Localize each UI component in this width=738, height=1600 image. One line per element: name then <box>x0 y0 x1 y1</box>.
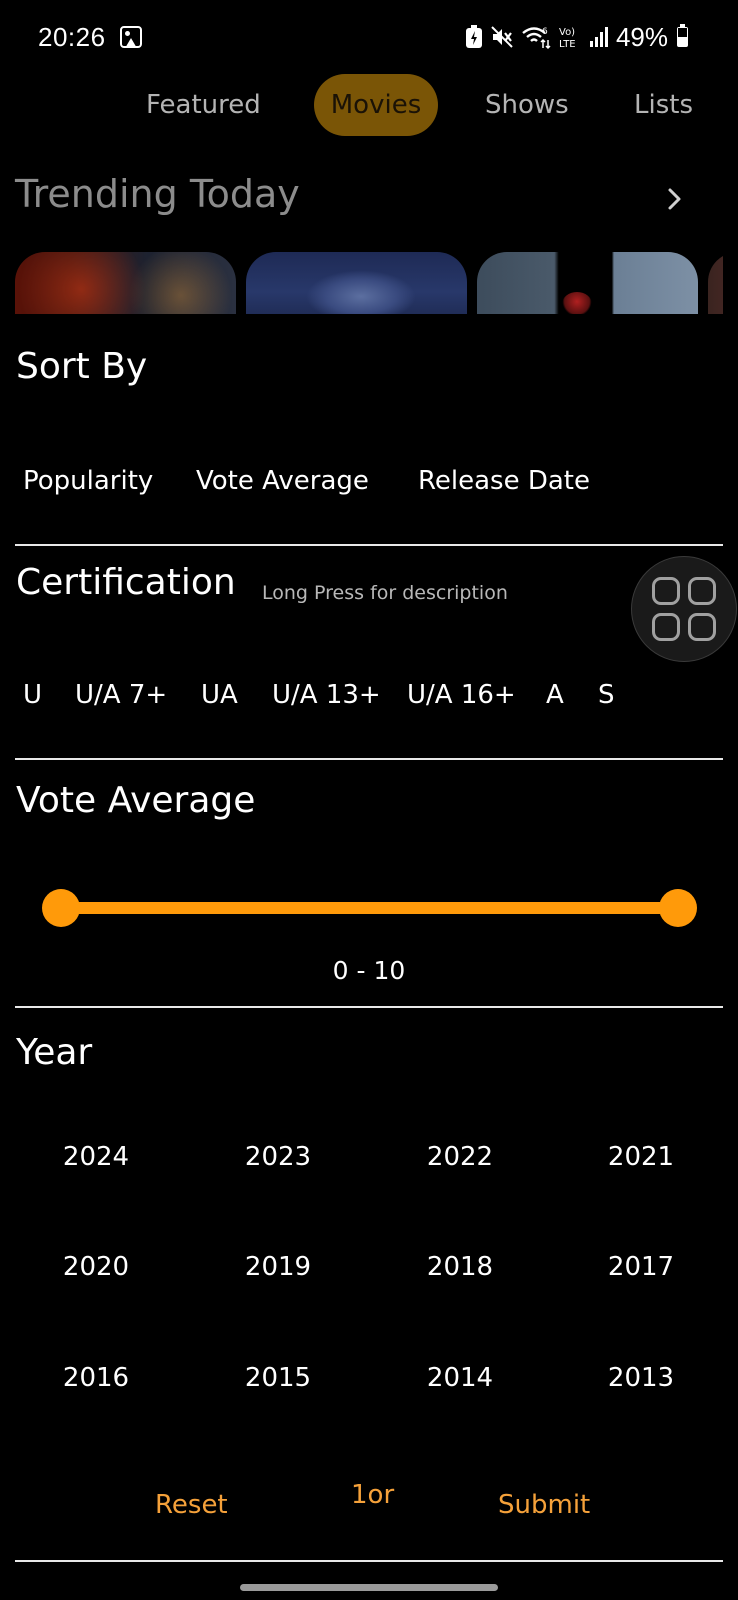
year-option[interactable]: 2013 <box>581 1363 701 1393</box>
year-option[interactable]: 2022 <box>400 1142 520 1172</box>
reset-button[interactable]: Reset <box>155 1490 228 1520</box>
slider-thumb-max[interactable] <box>659 889 697 927</box>
sort-by-title: Sort By <box>16 346 148 387</box>
status-bar: 20:26 6 Vo) LTE 49% <box>0 0 738 78</box>
year-option[interactable]: 2015 <box>218 1363 338 1393</box>
svg-text:6: 6 <box>542 27 548 37</box>
certification-title: Certification <box>16 562 236 603</box>
cert-option-s[interactable]: S <box>598 670 615 720</box>
battery-saver-icon <box>465 25 482 48</box>
year-option[interactable]: 2021 <box>581 1142 701 1172</box>
cert-option-ua13[interactable]: U/A 13+ <box>272 670 381 720</box>
year-option[interactable]: 2024 <box>36 1142 156 1172</box>
divider <box>15 544 723 546</box>
divider <box>15 1560 723 1562</box>
trending-carousel[interactable] <box>15 252 723 314</box>
top-tabs: Featured Movies Shows Lists <box>0 74 738 136</box>
grid-icon <box>688 577 716 605</box>
trending-poster[interactable] <box>15 252 236 314</box>
grid-menu-button[interactable] <box>631 556 737 662</box>
battery-icon <box>677 24 688 47</box>
tab-movies[interactable]: Movies <box>314 74 438 136</box>
cert-option-ua7[interactable]: U/A 7+ <box>75 670 167 720</box>
status-icons: 6 Vo) LTE 49% <box>465 22 688 52</box>
cert-option-u[interactable]: U <box>23 670 42 720</box>
divider <box>15 1006 723 1008</box>
year-option[interactable]: 2017 <box>581 1252 701 1282</box>
trending-poster[interactable] <box>477 252 698 314</box>
trending-title: Trending Today <box>15 172 300 216</box>
vote-average-slider[interactable] <box>42 888 698 928</box>
sort-options: Popularity Vote Average Release Date <box>0 456 738 506</box>
cert-option-a[interactable]: A <box>546 670 564 720</box>
vote-range-label: 0 - 10 <box>332 956 406 985</box>
vote-average-title: Vote Average <box>16 780 256 821</box>
year-option[interactable]: 2016 <box>36 1363 156 1393</box>
svg-text:LTE: LTE <box>559 39 576 50</box>
submit-button[interactable]: Submit <box>498 1490 590 1520</box>
trending-poster[interactable] <box>708 252 723 314</box>
home-indicator[interactable] <box>240 1584 498 1591</box>
mute-icon <box>491 26 513 48</box>
tab-featured[interactable]: Featured <box>146 74 261 136</box>
sort-option-release-date[interactable]: Release Date <box>418 456 590 506</box>
image-icon <box>120 26 142 48</box>
tab-lists[interactable]: Lists <box>634 74 693 136</box>
sort-option-vote-average[interactable]: Vote Average <box>196 456 369 506</box>
cert-option-ua[interactable]: UA <box>201 670 238 720</box>
cert-option-ua16[interactable]: U/A 16+ <box>407 670 516 720</box>
svg-text:Vo): Vo) <box>559 27 575 38</box>
year-option[interactable]: 2023 <box>218 1142 338 1172</box>
slider-thumb-min[interactable] <box>42 889 80 927</box>
chevron-right-icon[interactable] <box>664 184 686 214</box>
middle-action-button[interactable]: 1or <box>351 1480 394 1510</box>
sort-option-popularity[interactable]: Popularity <box>23 456 153 506</box>
volte-icon: Vo) LTE <box>559 27 576 50</box>
tab-shows[interactable]: Shows <box>485 74 569 136</box>
slider-track[interactable] <box>60 902 680 914</box>
battery-percent: 49% <box>615 21 668 52</box>
grid-icon <box>688 613 716 641</box>
grid-icon <box>652 577 680 605</box>
year-title: Year <box>16 1032 93 1073</box>
year-option[interactable]: 2020 <box>36 1252 156 1282</box>
wifi-calling-icon: 6 <box>522 27 551 50</box>
certification-options: U U/A 7+ UA U/A 13+ U/A 16+ A S <box>0 670 738 720</box>
divider <box>15 758 723 760</box>
status-time: 20:26 <box>38 22 106 52</box>
trending-poster[interactable] <box>246 252 467 314</box>
grid-icon <box>652 613 680 641</box>
year-option[interactable]: 2018 <box>400 1252 520 1282</box>
year-option[interactable]: 2014 <box>400 1363 520 1393</box>
certification-hint: Long Press for description <box>262 582 508 604</box>
signal-icon <box>589 27 608 47</box>
year-option[interactable]: 2019 <box>218 1252 338 1282</box>
